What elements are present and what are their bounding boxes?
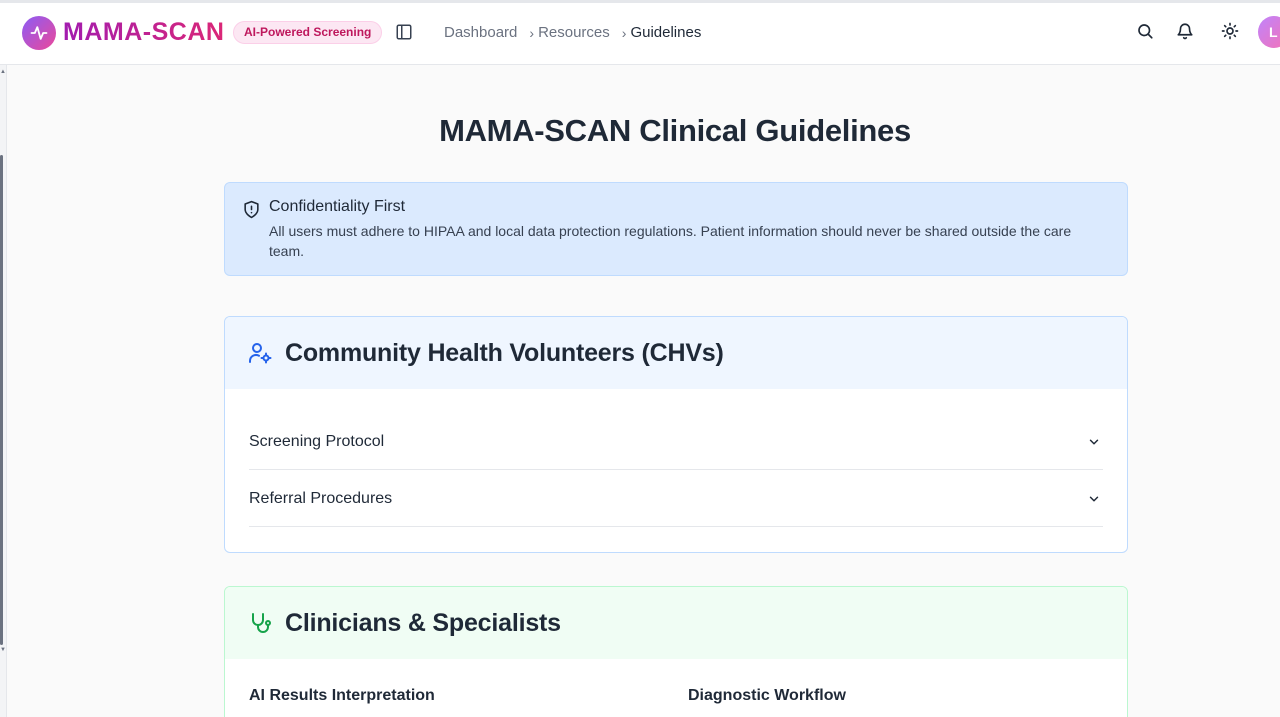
breadcrumb: Dashboard › Resources › Guidelines	[444, 24, 701, 41]
search-icon[interactable]	[1136, 22, 1156, 42]
chv-accordion: Screening Protocol Referral Procedures	[249, 413, 1103, 527]
chevron-down-icon	[1087, 435, 1101, 449]
clinicians-section-header: Clinicians & Specialists	[225, 587, 1127, 659]
chv-section: Community Health Volunteers (CHVs) Scree…	[224, 316, 1128, 553]
user-cog-icon	[248, 341, 272, 365]
scroll-up-icon[interactable]: ▲	[0, 69, 6, 75]
breadcrumb-resources[interactable]: Resources	[538, 24, 610, 41]
page-title: MAMA-SCAN Clinical Guidelines	[439, 113, 911, 148]
bell-icon[interactable]	[1176, 22, 1196, 42]
shield-alert-icon	[242, 200, 261, 219]
pulse-logo-icon[interactable]	[22, 16, 56, 50]
avatar[interactable]: L	[1258, 16, 1280, 48]
chevron-right-icon: ›	[529, 24, 535, 41]
accordion-screening-protocol[interactable]: Screening Protocol	[249, 413, 1103, 470]
chv-section-header: Community Health Volunteers (CHVs)	[225, 317, 1127, 389]
scroll-down-icon[interactable]: ▼	[0, 647, 6, 653]
scrollbar-thumb[interactable]	[0, 155, 3, 645]
accordion-referral-procedures[interactable]: Referral Procedures	[249, 470, 1103, 527]
chv-section-title: Community Health Volunteers (CHVs)	[285, 339, 724, 367]
ai-results-heading: AI Results Interpretation	[249, 687, 435, 704]
sidebar-toggle-icon[interactable]	[395, 23, 413, 41]
chevron-down-icon	[1087, 492, 1101, 506]
breadcrumb-dashboard[interactable]: Dashboard	[444, 24, 517, 41]
stethoscope-icon	[248, 611, 272, 635]
breadcrumb-guidelines: Guidelines	[630, 24, 702, 41]
confidentiality-alert: Confidentiality First All users must adh…	[224, 182, 1128, 276]
app-name[interactable]: MAMA-SCAN	[63, 18, 224, 47]
main-content: MAMA-SCAN Clinical Guidelines Confidenti…	[7, 65, 1280, 717]
clinicians-section: Clinicians & Specialists AI Results Inte…	[224, 586, 1128, 717]
clinicians-section-title: Clinicians & Specialists	[285, 609, 561, 637]
chevron-right-icon: ›	[621, 24, 627, 41]
accordion-label: Referral Procedures	[249, 490, 393, 507]
top-bar: MAMA-SCAN AI-Powered Screening Dashboard…	[0, 3, 1280, 65]
accordion-label: Screening Protocol	[249, 433, 385, 450]
ai-badge: AI-Powered Screening	[233, 21, 383, 44]
sun-icon[interactable]	[1221, 22, 1241, 42]
diagnostic-workflow-heading: Diagnostic Workflow	[688, 687, 846, 704]
left-scrollbar[interactable]: ▲ ▼	[0, 65, 7, 717]
alert-title: Confidentiality First	[269, 198, 406, 215]
alert-body: All users must adhere to HIPAA and local…	[269, 223, 1072, 259]
